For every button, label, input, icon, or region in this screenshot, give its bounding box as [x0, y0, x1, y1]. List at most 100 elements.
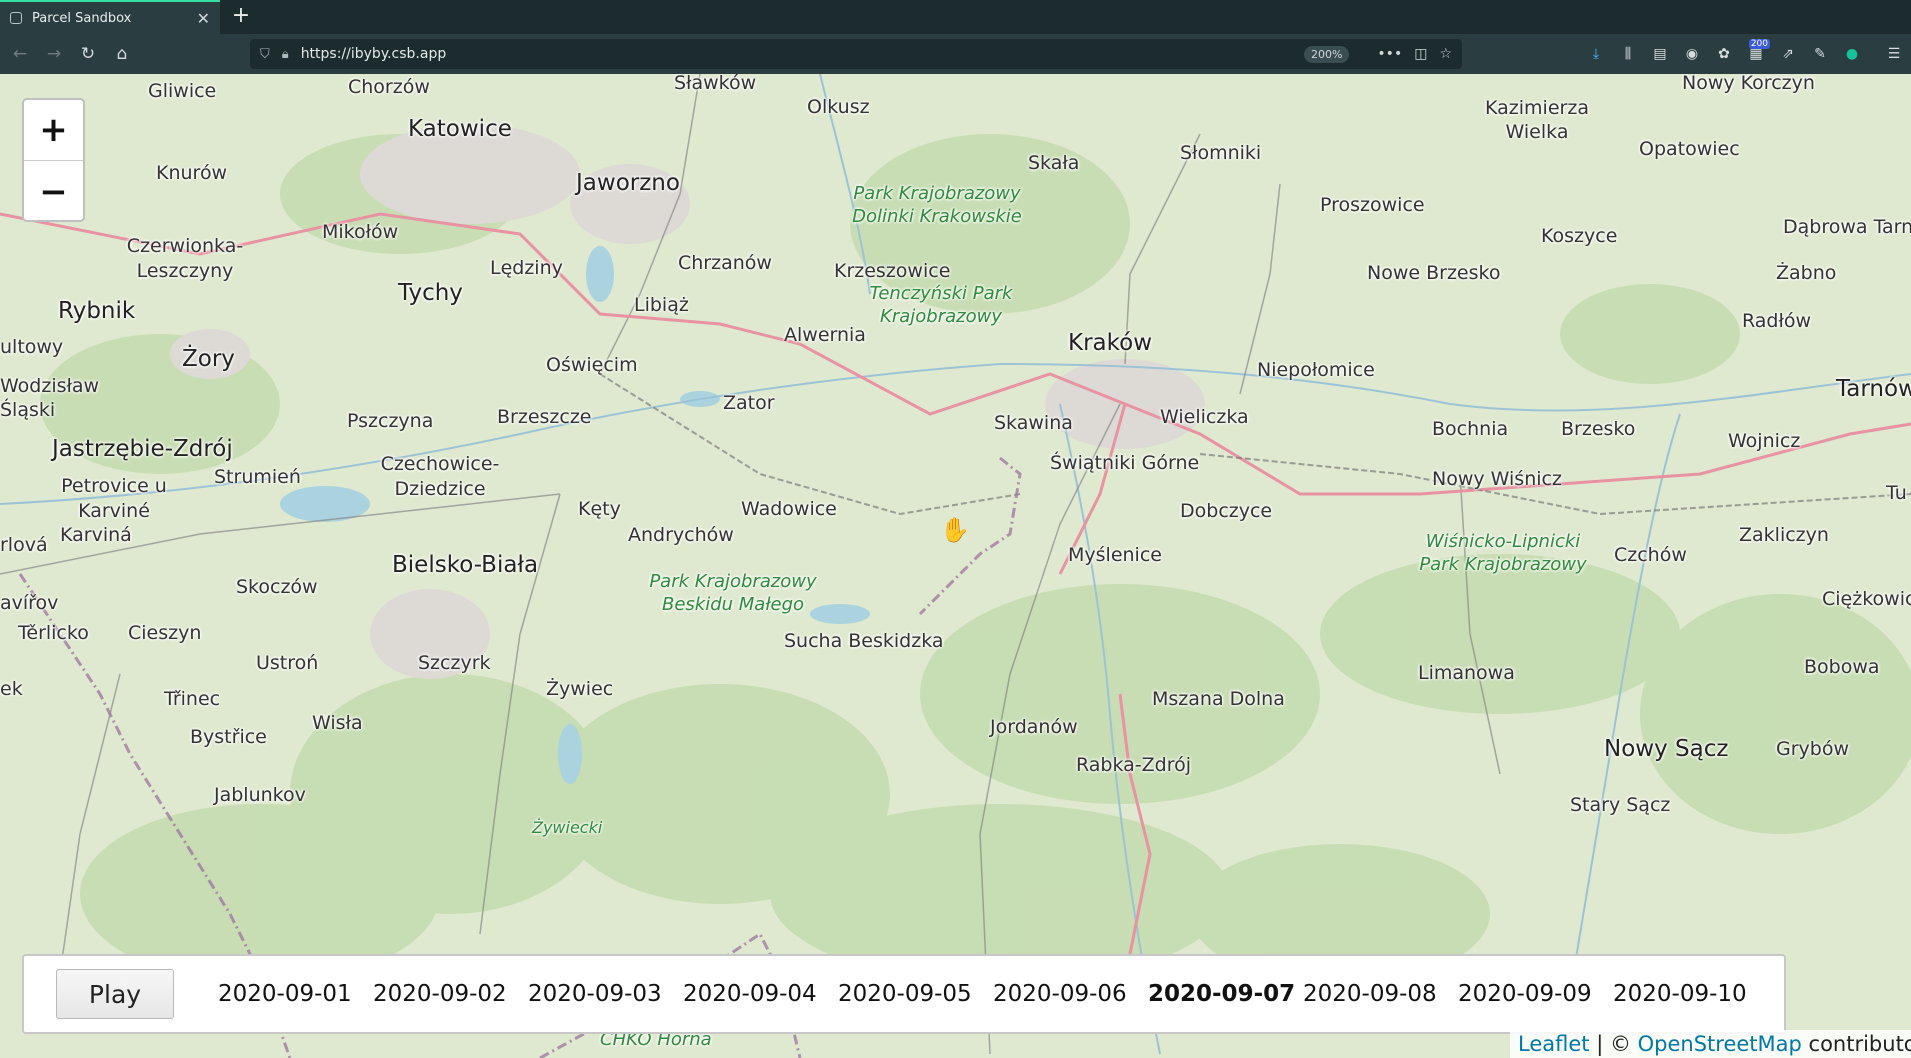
- park-label: Wiśnicko-Lipnicki Park Krajobrazowy: [1419, 531, 1587, 575]
- map-label: Dobczyce: [1180, 500, 1273, 522]
- date-item[interactable]: 2020-09-07: [1148, 981, 1303, 1007]
- map-label: Koszyce: [1541, 225, 1618, 247]
- map-label: Knurów: [156, 162, 228, 184]
- map[interactable]: Gliwice Chorzów Sławków Olkusz Kazimierz…: [0, 74, 1911, 1058]
- map-label: Szczyrk: [418, 652, 491, 674]
- map-label: Dąbrowa Tarn: [1783, 216, 1911, 238]
- reload-icon[interactable]: ↻: [74, 40, 102, 68]
- bookmark-star-icon[interactable]: ☆: [1439, 46, 1452, 62]
- date-item[interactable]: 2020-09-02: [373, 981, 528, 1007]
- map-label: Nowy Wiśnicz: [1432, 468, 1562, 490]
- page-actions-icon[interactable]: •••: [1377, 46, 1402, 62]
- map-label: Rybnik: [58, 298, 136, 324]
- map-label: Słomniki: [1180, 142, 1262, 164]
- map-label: Jordanów: [990, 716, 1078, 738]
- external-link-icon[interactable]: ⇗: [1772, 46, 1804, 62]
- map-label: Těrlicko: [18, 622, 89, 644]
- home-icon[interactable]: ⌂: [108, 40, 136, 68]
- lock-icon[interactable]: 🔒︎: [282, 47, 289, 62]
- account-icon[interactable]: ◉: [1676, 46, 1708, 62]
- eyedropper-icon[interactable]: ✎: [1804, 46, 1836, 62]
- grab-cursor-icon: ✋: [940, 516, 970, 544]
- zoom-out-button[interactable]: −: [24, 161, 83, 220]
- calendar-extension-icon[interactable]: ▦ 200: [1740, 39, 1772, 62]
- osm-link[interactable]: OpenStreetMap: [1638, 1032, 1802, 1056]
- menu-icon[interactable]: ☰: [1878, 46, 1910, 62]
- favicon-icon: [10, 12, 22, 24]
- map-label: Czchów: [1614, 544, 1687, 566]
- map-label: Wodzisław Śląski: [0, 375, 100, 421]
- map-label: Skała: [1028, 152, 1080, 174]
- map-label: Chrzanów: [678, 252, 772, 274]
- date-item[interactable]: 2020-09-08: [1303, 981, 1458, 1007]
- map-label: Czechowice-Dziedzice: [380, 453, 500, 500]
- date-item[interactable]: 2020-09-03: [528, 981, 683, 1007]
- download-icon[interactable]: ⤓: [1580, 46, 1612, 62]
- map-label: Świątniki Górne: [1050, 452, 1200, 474]
- map-label: Bochnia: [1432, 418, 1509, 440]
- map-label: Kęty: [578, 498, 621, 520]
- sidebar-icon[interactable]: ▤: [1644, 46, 1676, 62]
- map-label: Pszczyna: [347, 410, 434, 432]
- map-label: avířov: [0, 592, 59, 614]
- map-label: Myślenice: [1068, 544, 1162, 566]
- attribution-separator: | ©: [1589, 1032, 1638, 1056]
- map-label: Niepołomice: [1257, 359, 1375, 381]
- extension-icon[interactable]: ✿: [1708, 46, 1740, 62]
- date-item[interactable]: 2020-09-10: [1613, 981, 1768, 1007]
- map-attribution: Leaflet | © OpenStreetMap contributors: [1510, 1030, 1911, 1058]
- map-label: Oświęcim: [546, 354, 638, 376]
- date-item[interactable]: 2020-09-05: [838, 981, 993, 1007]
- map-label: Chorzów: [348, 76, 430, 98]
- play-button[interactable]: Play: [56, 969, 174, 1019]
- map-label: Nowy Korczyn: [1682, 74, 1815, 94]
- grammarly-icon[interactable]: ●: [1836, 46, 1868, 62]
- map-label: Brzeszcze: [497, 406, 592, 428]
- attribution-suffix: contributors: [1808, 1032, 1911, 1056]
- map-label: Kazimierza Wielka: [1485, 97, 1589, 143]
- park-label: Park Krajobrazowy Dolinki Krakowskie: [852, 183, 1022, 227]
- url-bar[interactable]: ⛉ 🔒︎ https://ibyby.csb.app 200% ••• ◫ ☆: [250, 39, 1462, 69]
- map-label: Czerwionka-Leszczyny: [126, 235, 244, 282]
- extension-badge: 200: [1748, 39, 1770, 49]
- map-label: Nowe Brzesko: [1367, 262, 1501, 284]
- zoom-control: + −: [22, 98, 85, 222]
- map-label: Zakliczyn: [1739, 524, 1829, 546]
- map-label: Mikołów: [322, 221, 399, 243]
- map-label: ek: [0, 678, 23, 700]
- map-label: Wadowice: [741, 498, 837, 520]
- map-label: Bielsko-Biała: [392, 552, 539, 578]
- tab-active[interactable]: Parcel Sandbox ✕: [0, 0, 220, 34]
- date-item[interactable]: 2020-09-04: [683, 981, 838, 1007]
- pocket-icon[interactable]: ◫: [1414, 46, 1427, 62]
- park-label: Park Krajobrazowy Beskidu Małego: [649, 571, 817, 615]
- map-label: Opatowiec: [1639, 138, 1740, 160]
- date-list: 2020-09-01 2020-09-02 2020-09-03 2020-09…: [218, 981, 1768, 1007]
- url-text[interactable]: https://ibyby.csb.app: [301, 46, 1304, 62]
- map-label: Grybów: [1776, 738, 1850, 760]
- leaflet-link[interactable]: Leaflet: [1518, 1032, 1590, 1056]
- map-label: Kraków: [1068, 330, 1153, 356]
- map-label: Żywiecki: [532, 818, 603, 837]
- map-label: Żory: [182, 346, 235, 372]
- forward-icon[interactable]: →: [40, 40, 68, 68]
- zoom-in-button[interactable]: +: [24, 100, 83, 161]
- map-label: Katowice: [408, 116, 512, 142]
- toolbar: ⤓ ⫼ ▤ ◉ ✿ ▦ 200 ⇗ ✎ ● ☰: [1580, 34, 1910, 74]
- map-label: Wieliczka: [1160, 406, 1249, 428]
- date-item[interactable]: 2020-09-06: [993, 981, 1148, 1007]
- date-item[interactable]: 2020-09-09: [1458, 981, 1613, 1007]
- library-icon[interactable]: ⫼: [1612, 46, 1644, 62]
- shield-icon[interactable]: ⛉: [260, 47, 270, 62]
- zoom-indicator[interactable]: 200%: [1303, 45, 1350, 63]
- map-label: Rabka-Zdrój: [1076, 754, 1192, 776]
- back-icon[interactable]: ←: [6, 40, 34, 68]
- map-label: Bobowa: [1804, 656, 1880, 678]
- map-label: Ciężkowice: [1822, 588, 1911, 610]
- new-tab-icon[interactable]: +: [230, 4, 252, 28]
- map-label: Tarnów: [1836, 376, 1911, 402]
- map-label: Cieszyn: [128, 622, 202, 644]
- date-item[interactable]: 2020-09-01: [218, 981, 373, 1007]
- tab-close-icon[interactable]: ✕: [197, 9, 210, 28]
- map-label: Karviná: [60, 524, 132, 546]
